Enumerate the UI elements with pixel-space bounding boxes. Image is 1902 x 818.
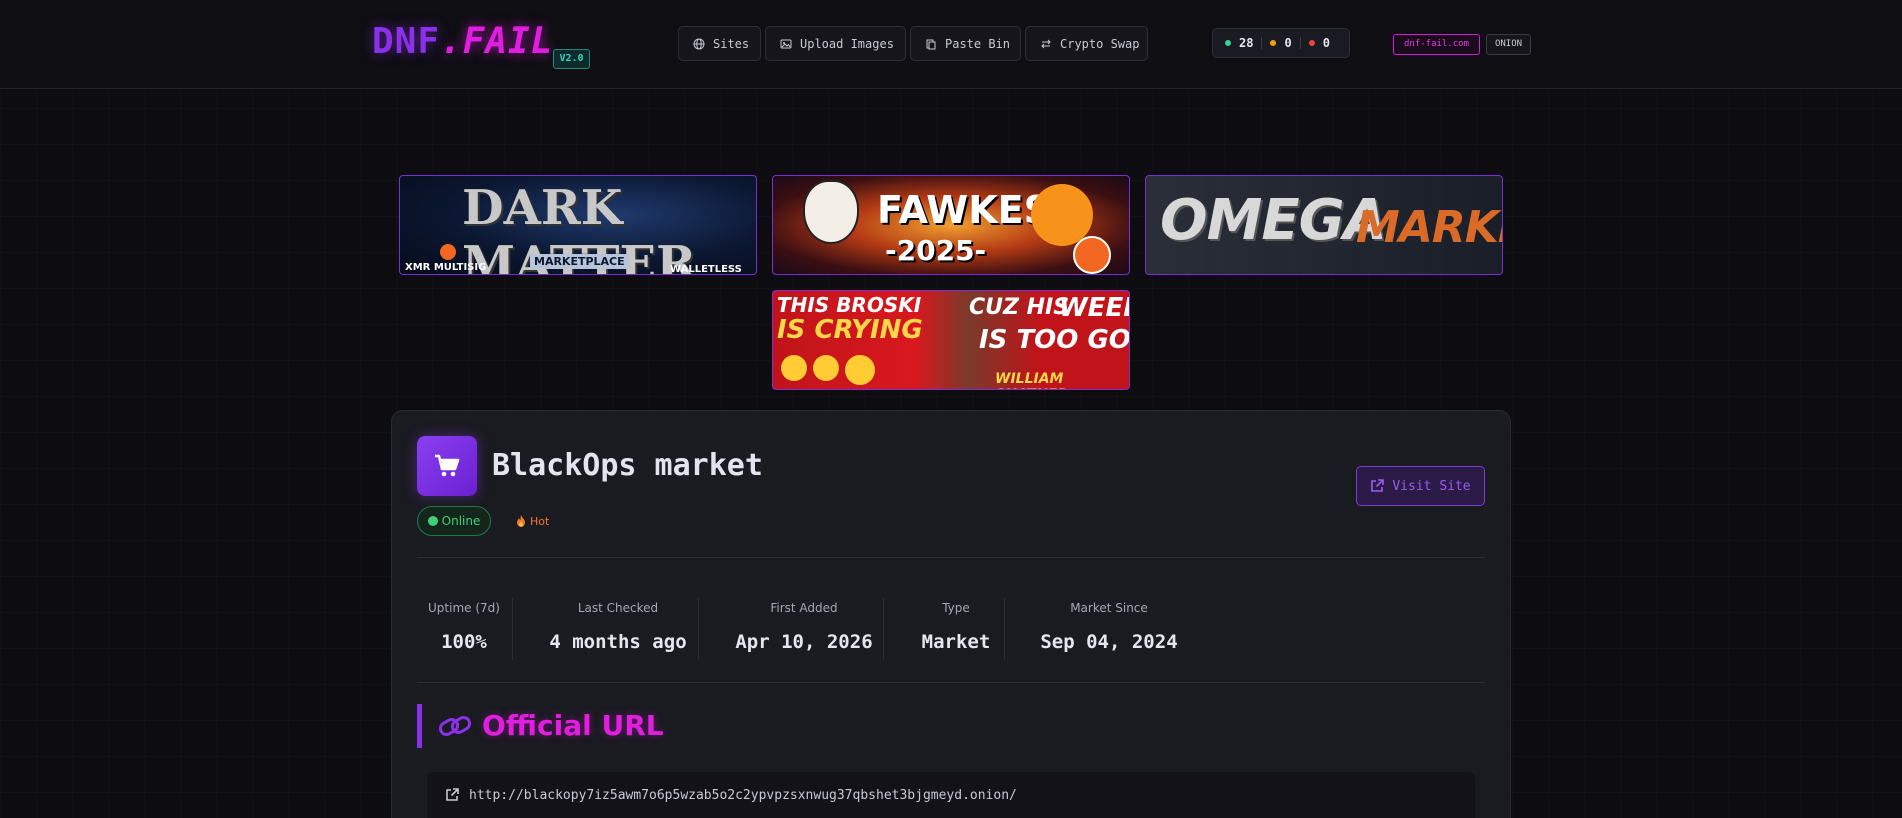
official-url-link[interactable]: http://blackopy7iz5awm7o6p5wzab5o2c2ypvp… [427, 772, 1475, 818]
link-icon [438, 716, 472, 736]
fire-icon [517, 515, 525, 527]
stat-uptime: Uptime (7d) 100% [418, 598, 510, 654]
monero-icon [1073, 236, 1111, 274]
broski-line3: CUZ HIS [969, 295, 1070, 320]
stat-value: Sep 04, 2024 [1040, 631, 1178, 653]
mask-icon [803, 180, 859, 244]
broski-line2: IS CRYING [777, 315, 923, 345]
external-link-icon [446, 788, 459, 801]
fawkes-title: FAWKES [877, 188, 1051, 232]
warning-count-value: 0 [1284, 36, 1292, 50]
broski-line1: THIS BROSKI [777, 293, 922, 317]
image-icon [780, 39, 792, 48]
stat-label: Uptime (7d) [428, 601, 500, 615]
online-dot-icon [1225, 40, 1231, 46]
broski-banner[interactable]: THIS BROSKI IS CRYING CUZ HIS WEED IS TO… [772, 290, 1130, 390]
clipboard-icon [926, 39, 936, 49]
onion-link[interactable]: ONION [1486, 34, 1531, 55]
offline-count: 0 [1308, 36, 1330, 50]
cart-icon [417, 436, 477, 496]
site-logo[interactable]: DNF.FAIL [372, 22, 553, 62]
visit-site-button[interactable]: Visit Site [1356, 466, 1485, 506]
stat-divider [512, 598, 513, 660]
stat-value: Market [921, 631, 991, 653]
hot-badge: Hot [516, 512, 549, 530]
visit-site-label: Visit Site [1392, 478, 1471, 494]
stat-market-since: Market Since Sep 04, 2024 [1036, 598, 1182, 654]
dark-matter-sub2: MARKETPLACE [530, 254, 629, 269]
status-badge: Online [417, 506, 491, 536]
dark-matter-sub1: XMR MULTISIG [405, 262, 487, 273]
official-url-heading: Official URL [438, 708, 664, 744]
crying-emoji-icons [781, 355, 875, 385]
stat-label: Market Since [1070, 601, 1148, 615]
omega-market-text: MARKET [1356, 202, 1502, 253]
stat-first-added: First Added Apr 10, 2026 [734, 598, 874, 654]
online-count: 28 [1225, 36, 1253, 50]
site-title: BlackOps market [492, 448, 763, 483]
warning-count: 0 [1270, 36, 1292, 50]
stat-divider [1004, 598, 1005, 660]
logo-text-suffix: .FAIL [440, 21, 554, 62]
offline-dot-icon [1308, 40, 1315, 46]
nav-paste-bin-button[interactable]: Paste Bin [910, 26, 1021, 61]
offline-count-value: 0 [1322, 36, 1330, 50]
section-accent-bar [417, 704, 422, 748]
status-dot-icon [427, 516, 438, 526]
nav-crypto-swap-label: Crypto Swap [1060, 36, 1140, 51]
dark-matter-sub3: WALLETLESS [670, 264, 742, 275]
nav-upload-images-label: Upload Images [800, 36, 894, 51]
divider [417, 682, 1485, 683]
top-header: DNF.FAIL V2.0 Sites Upload Images Paste … [0, 0, 1902, 89]
online-count-value: 28 [1239, 36, 1254, 50]
omega-title: OMEGA [1160, 188, 1387, 253]
logo-text-main: DNF [372, 21, 441, 62]
dark-matter-banner[interactable]: DARK MATTER XMR MULTISIG MARKETPLACE WAL… [399, 175, 757, 275]
nav-upload-images-button[interactable]: Upload Images [765, 26, 906, 61]
nav-crypto-swap-button[interactable]: Crypto Swap [1025, 26, 1148, 61]
stat-divider [698, 598, 699, 660]
divider [417, 557, 1485, 558]
stat-label: Type [942, 601, 970, 615]
official-url-title: Official URL [482, 709, 664, 742]
warning-dot-icon [1270, 40, 1277, 46]
globe-icon [693, 38, 705, 49]
stat-label: Last Checked [577, 601, 659, 615]
broski-line4: WEED [1059, 293, 1129, 323]
swap-icon [1041, 39, 1051, 48]
status-text: Online [441, 514, 481, 528]
monero-icon [440, 244, 456, 260]
stat-value: 4 months ago [549, 631, 687, 653]
stat-last-checked: Last Checked 4 months ago [548, 598, 688, 654]
stat-value: Apr 10, 2026 [735, 631, 873, 653]
stat-type: Type Market [912, 598, 1000, 654]
version-badge: V2.0 [553, 49, 590, 69]
external-link-icon [1371, 479, 1385, 492]
nav-paste-bin-label: Paste Bin [945, 36, 1011, 51]
broski-line6: WILLIAM SHATNER [995, 371, 1068, 389]
fawkes-banner[interactable]: FAWKES -2025- [772, 175, 1130, 275]
official-url-text: http://blackopy7iz5awm7o6p5wzab5o2c2ypvp… [469, 787, 1017, 803]
omega-banner[interactable]: OMEGA MARKET [1145, 175, 1503, 275]
stat-value: 100% [441, 631, 487, 653]
nav-sites-button[interactable]: Sites [678, 26, 761, 61]
stat-divider [883, 598, 884, 660]
nav-sites-label: Sites [713, 36, 750, 51]
broski-line5: IS TOO GOOD [979, 325, 1130, 355]
fawkes-year: -2025- [885, 234, 987, 267]
hot-label: Hot [530, 514, 550, 528]
status-counters: 28 0 0 [1212, 28, 1350, 58]
stat-label: First Added [770, 601, 838, 615]
domain-link[interactable]: dnf-fail.com [1393, 34, 1480, 55]
